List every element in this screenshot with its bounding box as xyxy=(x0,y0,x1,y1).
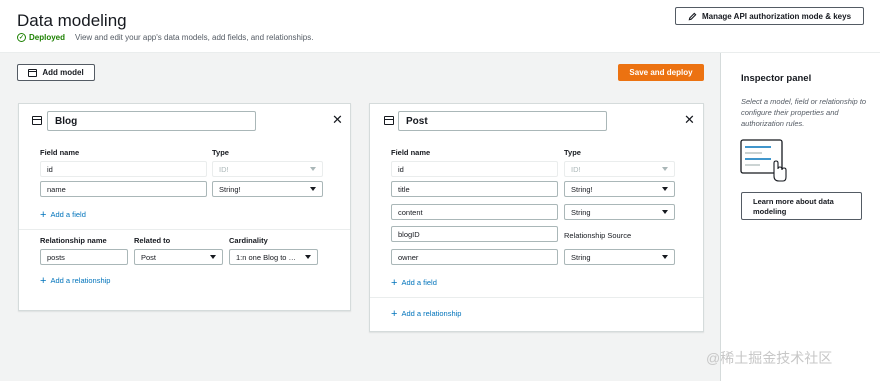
model-icon xyxy=(384,116,394,125)
relationship-name-header: Relationship name xyxy=(40,236,107,245)
cardinality-header: Cardinality xyxy=(229,236,268,245)
cardinality-select[interactable]: 1:n one Blog to many Post xyxy=(229,249,318,265)
learn-more-button[interactable]: Learn more about data modeling xyxy=(741,192,862,220)
field-name-input[interactable]: id xyxy=(40,161,207,177)
divider xyxy=(370,297,703,298)
add-relationship-link[interactable]: + Add a relationship xyxy=(40,274,111,287)
plus-icon: + xyxy=(391,276,398,289)
watermark: @稀土掘金技术社区 xyxy=(706,350,833,366)
relationship-name-input[interactable]: posts xyxy=(40,249,128,265)
relationship-source-label: Relationship Source xyxy=(564,231,632,240)
related-to-select[interactable]: Post xyxy=(134,249,223,265)
field-name-header: Field name xyxy=(40,148,80,157)
model-name-input[interactable]: Post xyxy=(398,111,607,131)
check-circle-icon: ✓ xyxy=(17,33,26,42)
status-badge: ✓ Deployed xyxy=(17,33,65,42)
model-card-post: Post ✕ Field name Type id ID! title Stri… xyxy=(369,103,704,332)
field-type-select[interactable]: String xyxy=(564,249,675,265)
add-field-label: Add a field xyxy=(401,278,437,287)
add-model-button[interactable]: Add model xyxy=(17,64,95,81)
close-icon[interactable]: ✕ xyxy=(684,113,695,126)
field-type-value: String! xyxy=(219,184,241,194)
related-to-header: Related to xyxy=(134,236,171,245)
type-header: Type xyxy=(564,148,581,157)
plus-icon: + xyxy=(391,307,398,320)
save-and-deploy-button[interactable]: Save and deploy xyxy=(618,64,704,81)
model-icon xyxy=(32,116,42,125)
field-type-select[interactable]: ID! xyxy=(564,161,675,177)
chevron-down-icon xyxy=(662,255,668,259)
field-name-input[interactable]: name xyxy=(40,181,207,197)
field-name-input[interactable]: id xyxy=(391,161,558,177)
chevron-down-icon xyxy=(662,210,668,214)
inspector-panel: Inspector panel Select a model, field or… xyxy=(720,53,880,381)
model-select-illustration-icon xyxy=(740,139,787,182)
manage-api-auth-label: Manage API authorization mode & keys xyxy=(701,11,852,21)
pencil-icon xyxy=(688,12,697,20)
add-relationship-link[interactable]: + Add a relationship xyxy=(391,307,462,320)
model-icon xyxy=(28,68,38,77)
page-description: View and edit your app's data models, ad… xyxy=(75,33,314,42)
field-type-select[interactable]: String xyxy=(564,204,675,220)
model-card-blog: Blog ✕ Field name Type id ID! name Strin… xyxy=(18,103,351,311)
inspector-title: Inspector panel xyxy=(741,73,812,84)
inspector-description: Select a model, field or relationship to… xyxy=(741,97,867,128)
field-type-value: String! xyxy=(571,184,593,194)
field-name-input[interactable]: content xyxy=(391,204,558,220)
chevron-down-icon xyxy=(310,187,316,191)
chevron-down-icon xyxy=(310,167,316,171)
divider xyxy=(19,229,350,230)
plus-icon: + xyxy=(40,208,47,221)
field-name-header: Field name xyxy=(391,148,431,157)
field-name-input[interactable]: title xyxy=(391,181,558,197)
add-field-label: Add a field xyxy=(50,210,86,219)
cardinality-value: 1:n one Blog to many Post xyxy=(236,252,305,262)
page-title: Data modeling xyxy=(17,11,127,30)
field-type-value: ID! xyxy=(571,164,581,174)
field-type-select[interactable]: String! xyxy=(212,181,323,197)
model-name-input[interactable]: Blog xyxy=(47,111,256,131)
field-type-select[interactable]: String! xyxy=(564,181,675,197)
field-name-input[interactable]: blogID xyxy=(391,226,558,242)
field-name-input[interactable]: owner xyxy=(391,249,558,265)
status-text: Deployed xyxy=(29,33,66,42)
add-field-link[interactable]: + Add a field xyxy=(391,276,437,289)
field-type-select[interactable]: ID! xyxy=(212,161,323,177)
add-relationship-label: Add a relationship xyxy=(50,276,111,285)
add-field-link[interactable]: + Add a field xyxy=(40,208,86,221)
field-type-value: String xyxy=(571,207,591,217)
page-header: Data modeling ✓ Deployed View and edit y… xyxy=(0,0,880,53)
related-to-value: Post xyxy=(141,252,157,262)
plus-icon: + xyxy=(40,274,47,287)
field-type-value: ID! xyxy=(219,164,229,174)
chevron-down-icon xyxy=(662,167,668,171)
add-model-label: Add model xyxy=(42,68,84,77)
chevron-down-icon xyxy=(210,255,216,259)
field-type-value: String xyxy=(571,252,591,262)
type-header: Type xyxy=(212,148,229,157)
chevron-down-icon xyxy=(305,255,311,259)
close-icon[interactable]: ✕ xyxy=(332,113,343,126)
manage-api-auth-button[interactable]: Manage API authorization mode & keys xyxy=(675,7,864,25)
add-relationship-label: Add a relationship xyxy=(401,309,462,318)
status-row: ✓ Deployed View and edit your app's data… xyxy=(17,33,313,42)
chevron-down-icon xyxy=(662,187,668,191)
